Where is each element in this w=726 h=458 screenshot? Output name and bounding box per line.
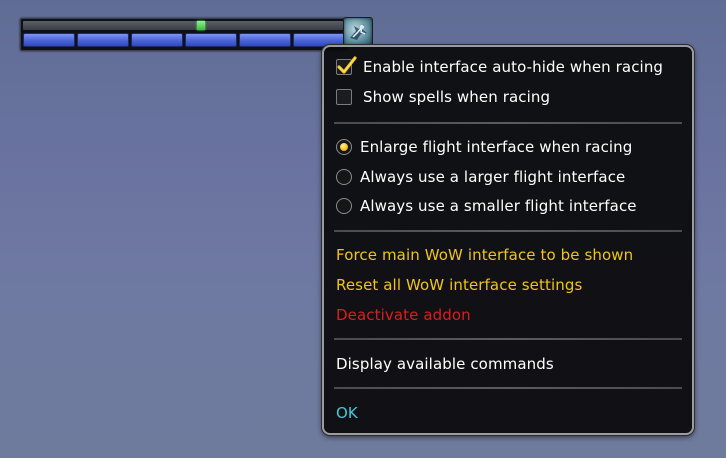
flight-segment: [131, 33, 183, 47]
checkbox-auto-hide[interactable]: Enable interface auto-hide when racing: [336, 56, 663, 78]
flight-segments: [23, 33, 345, 47]
radio-always-smaller[interactable]: Always use a smaller flight interface: [336, 195, 637, 217]
display-commands-label: Display available commands: [336, 355, 554, 373]
menu-separator: [334, 230, 682, 232]
checkbox-show-spells[interactable]: Show spells when racing: [336, 86, 550, 108]
menu-separator: [334, 387, 682, 389]
deactivate-addon-button[interactable]: Deactivate addon: [336, 304, 471, 326]
reset-settings-button[interactable]: Reset all WoW interface settings: [336, 274, 582, 296]
checkbox-show-spells-label: Show spells when racing: [363, 88, 551, 106]
radio-button[interactable]: [336, 198, 352, 214]
flight-bar: [20, 18, 348, 51]
deactivate-addon-label: Deactivate addon: [336, 306, 471, 324]
flight-segment: [77, 33, 129, 47]
flight-options-menu: Enable interface auto-hide when racing S…: [322, 45, 694, 435]
force-main-interface-label: Force main WoW interface to be shown: [336, 246, 634, 264]
radio-enlarge-label: Enlarge flight interface when racing: [360, 138, 633, 156]
checkbox-box[interactable]: [336, 89, 352, 105]
flight-progress-marker: [196, 21, 205, 30]
ok-label: OK: [336, 404, 358, 422]
force-main-interface-button[interactable]: Force main WoW interface to be shown: [336, 244, 633, 266]
check-mark-icon: [337, 56, 357, 74]
radio-enlarge-when-racing[interactable]: Enlarge flight interface when racing: [336, 136, 632, 158]
menu-separator: [334, 122, 682, 124]
radio-button-selected[interactable]: [336, 139, 352, 155]
flight-segment: [239, 33, 291, 47]
flight-segment: [23, 33, 75, 47]
checkbox-auto-hide-label: Enable interface auto-hide when racing: [363, 58, 664, 76]
flight-menu-button[interactable]: [343, 17, 373, 47]
display-commands-button[interactable]: Display available commands: [336, 353, 554, 375]
radio-always-larger[interactable]: Always use a larger flight interface: [336, 166, 625, 188]
reset-settings-label: Reset all WoW interface settings: [336, 276, 583, 294]
radio-larger-label: Always use a larger flight interface: [360, 168, 626, 186]
radio-smaller-label: Always use a smaller flight interface: [360, 197, 637, 215]
radio-button[interactable]: [336, 169, 352, 185]
checkbox-box[interactable]: [336, 56, 357, 75]
flight-mount-icon: [350, 24, 367, 40]
menu-separator: [334, 338, 682, 340]
ok-button[interactable]: OK: [336, 402, 358, 424]
flight-segment: [185, 33, 237, 47]
flight-progress-track: [23, 21, 343, 30]
